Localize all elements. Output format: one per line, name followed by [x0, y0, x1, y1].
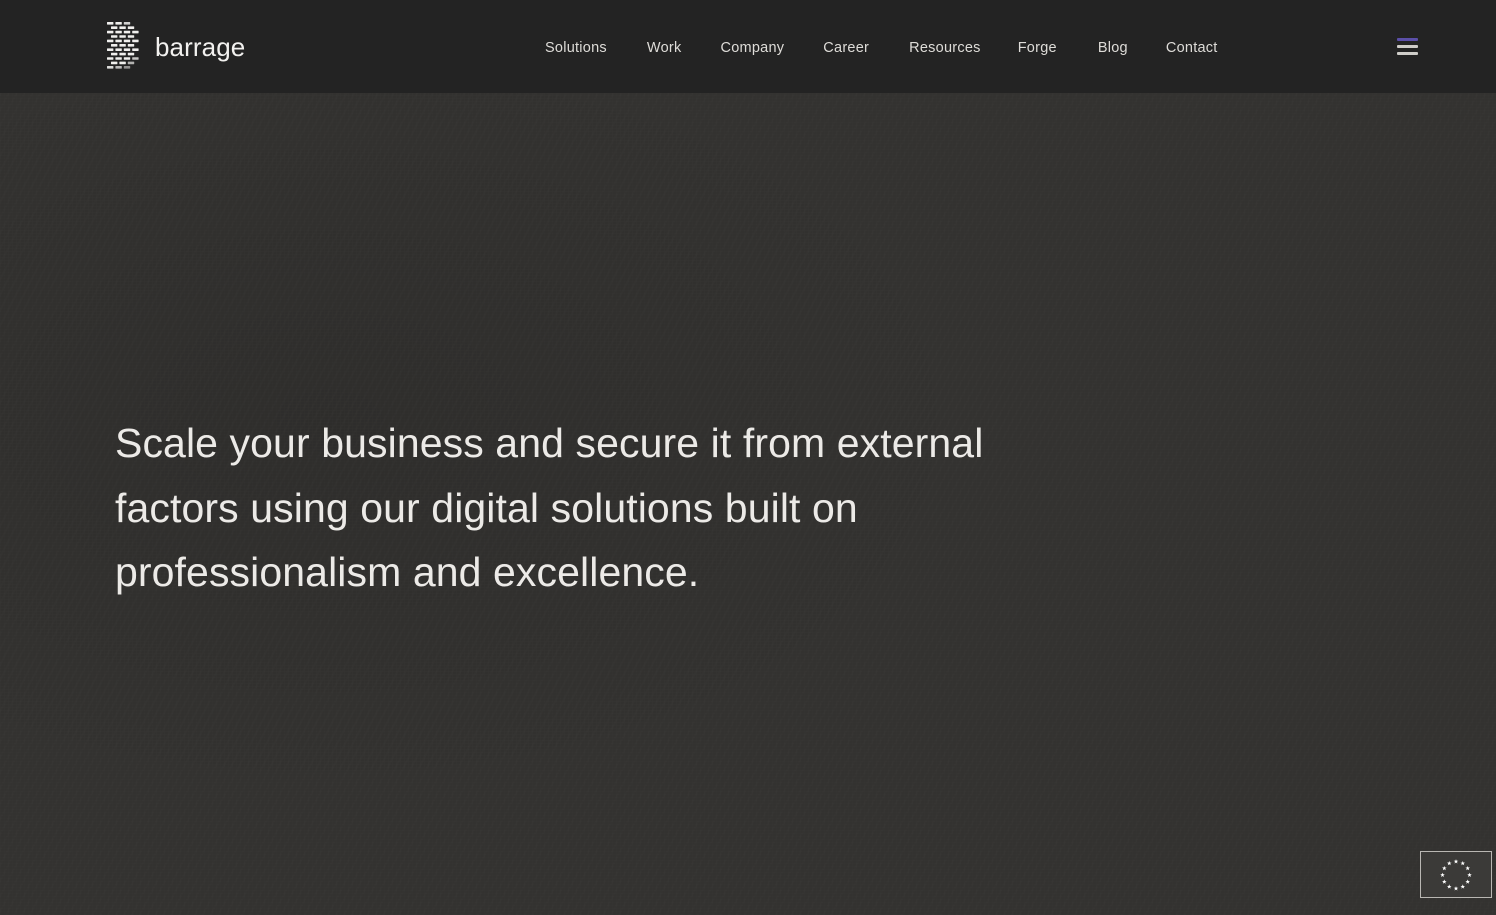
eu-stars-circle-icon [1440, 858, 1472, 890]
nav-item-work[interactable]: Work [647, 32, 682, 64]
brand-logo-link[interactable]: barrage [106, 21, 245, 71]
hero-content: Scale your business and secure it from e… [115, 411, 1075, 605]
nav-item-resources[interactable]: Resources [909, 32, 981, 64]
site-header: barrage Solutions Work Company Career Re… [0, 0, 1496, 93]
nav-item-career[interactable]: Career [823, 32, 869, 64]
primary-navigation: Solutions Work Company Career Resources … [545, 0, 1218, 93]
hamburger-bar-bottom [1397, 51, 1418, 55]
barrage-brick-dash-logo-icon [107, 22, 139, 69]
nav-item-company[interactable]: Company [720, 32, 784, 64]
hero-headline-line-3: professionalism and excellence. [115, 549, 700, 595]
hamburger-bar-middle [1397, 44, 1418, 48]
page-root: barrage Solutions Work Company Career Re… [0, 0, 1496, 915]
nav-item-forge[interactable]: Forge [1018, 32, 1057, 64]
hero-headline-line-1: Scale your business and secure it from e… [115, 420, 984, 466]
nav-item-blog[interactable]: Blog [1098, 32, 1128, 64]
hamburger-bar-top [1397, 37, 1418, 41]
hero-section: Scale your business and secure it from e… [0, 93, 1496, 915]
brand-wordmark: barrage [155, 32, 246, 62]
page-title: Scale your business and secure it from e… [115, 411, 1075, 605]
nav-item-contact[interactable]: Contact [1166, 32, 1218, 64]
hamburger-menu-icon[interactable] [1390, 34, 1418, 58]
nav-item-solutions[interactable]: Solutions [545, 32, 607, 64]
eu-stars-badge[interactable] [1420, 851, 1492, 898]
hero-headline-line-2: factors using our digital solutions buil… [115, 484, 858, 531]
